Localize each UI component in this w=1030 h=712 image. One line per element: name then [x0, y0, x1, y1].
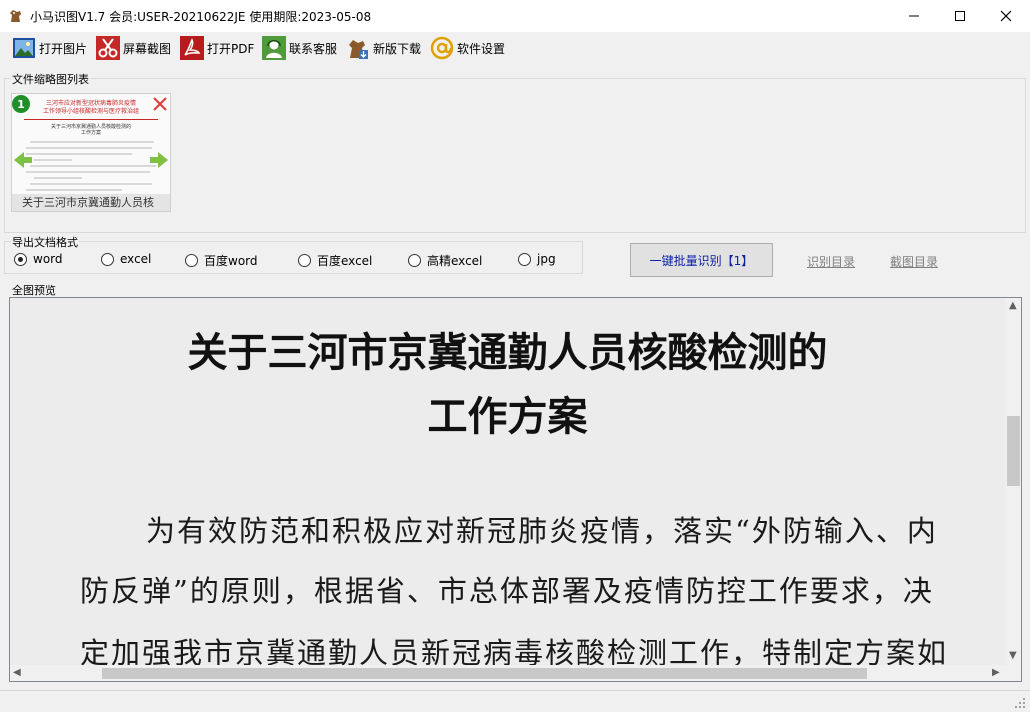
radio-unselected-icon[interactable]	[298, 254, 311, 267]
thumbnail-caption: 关于三河市京冀通勤人员核	[12, 194, 170, 211]
radio-unselected-icon[interactable]	[185, 254, 198, 267]
scroll-up-arrow-icon[interactable]: ▲	[1009, 300, 1017, 311]
preview-body-line: 为有效防范和积极应对新冠肺炎疫情，落实“外防输入、内	[146, 514, 938, 548]
radio-selected-icon[interactable]	[14, 252, 27, 266]
thumbnail-group-label: 文件缩略图列表	[11, 71, 90, 87]
preview-group-label: 全图预览	[11, 282, 57, 298]
screenshot-dir-link[interactable]: 截图目录	[890, 253, 938, 270]
toolbar-label: 新版下载	[373, 41, 422, 56]
vertical-scrollbar[interactable]: ▲ ▼	[1005, 298, 1021, 665]
resize-grip-icon[interactable]	[1014, 697, 1026, 709]
close-icon	[1000, 10, 1012, 22]
format-radio-label: 百度excel	[317, 254, 373, 268]
screenshot-button[interactable]: 屏幕截图	[96, 34, 171, 62]
toolbar-label: 屏幕截图	[123, 41, 172, 56]
format-radio-label: 百度word	[204, 254, 258, 268]
thumbnail-next-arrow-icon[interactable]	[148, 149, 170, 174]
scrollbar-corner	[1005, 665, 1021, 681]
preview-body-line: 防反弹”的原则，根据省、市总体部署及疫情防控工作要求，决	[80, 574, 934, 608]
format-radio-jpg[interactable]: jpg	[518, 252, 556, 266]
open-pdf-button[interactable]: 打开PDF	[180, 34, 254, 62]
minimize-button[interactable]	[891, 0, 937, 32]
scissors-icon	[96, 36, 120, 60]
batch-recognize-button[interactable]: 一键批量识别【1】	[630, 243, 773, 277]
format-radio-hq-excel[interactable]: 高精excel	[408, 252, 482, 269]
scroll-right-arrow-icon[interactable]: ▶	[992, 667, 1000, 678]
preview-document: 关于三河市京冀通勤人员核酸检测的 工作方案 为有效防范和积极应对新冠肺炎疫情，落…	[10, 298, 1005, 665]
preview-body-line: 定加强我市京冀通勤人员新冠病毒核酸检测工作，特制定方案如	[80, 636, 949, 665]
thumbnail-delete-icon[interactable]	[152, 96, 168, 115]
open-image-button[interactable]: 打开图片	[12, 34, 87, 62]
preview-doc-title-line: 工作方案	[427, 393, 588, 440]
toolbar-label: 打开PDF	[207, 41, 255, 56]
format-radio-label: 高精excel	[427, 254, 483, 268]
scroll-down-arrow-icon[interactable]: ▼	[1009, 650, 1017, 661]
vertical-scroll-thumb[interactable]	[1007, 416, 1020, 486]
full-preview-pane[interactable]: 关于三河市京冀通勤人员核酸检测的 工作方案 为有效防范和积极应对新冠肺炎疫情，落…	[9, 297, 1022, 682]
format-radio-baidu-excel[interactable]: 百度excel	[298, 252, 372, 269]
radio-unselected-icon[interactable]	[101, 252, 114, 266]
support-icon	[262, 36, 286, 60]
open-image-icon	[12, 36, 36, 60]
thumbnail-text-lines	[26, 141, 156, 191]
horizontal-scrollbar[interactable]: ◀ ▶	[10, 665, 1005, 681]
settings-at-icon	[430, 36, 454, 60]
minimize-icon	[909, 15, 919, 17]
format-radio-label: excel	[120, 252, 152, 266]
contact-support-button[interactable]: 联系客服	[262, 34, 337, 62]
format-radio-label: word	[33, 252, 63, 266]
thumbnail-index-badge: 1	[12, 95, 30, 113]
toolbar-label: 联系客服	[289, 41, 338, 56]
horse-app-icon	[8, 8, 24, 24]
format-radio-word[interactable]: word	[14, 252, 63, 266]
title-bar: 小马识图V1.7 会员:USER-20210622JE 使用期限:2023-05…	[0, 0, 1030, 32]
preview-doc-title-line: 关于三河市京冀通勤人员核酸检测的	[187, 329, 828, 376]
radio-unselected-icon[interactable]	[518, 252, 531, 266]
toolbar: 打开图片 屏幕截图 打开PDF 联系客服 新版下载 软件设置	[0, 32, 1030, 64]
download-icon	[346, 36, 370, 60]
export-format-group-label: 导出文档格式	[11, 234, 79, 250]
settings-button[interactable]: 软件设置	[430, 34, 505, 62]
export-format-group-frame	[4, 241, 583, 274]
status-bar	[0, 690, 1030, 712]
maximize-icon	[955, 11, 965, 21]
format-radio-baidu-word[interactable]: 百度word	[185, 252, 258, 269]
thumbnail-prev-arrow-icon[interactable]	[12, 149, 34, 174]
toolbar-label: 打开图片	[39, 41, 88, 56]
horizontal-scroll-thumb[interactable]	[102, 668, 867, 679]
thumbnail-card[interactable]: 三河市应对新型冠状病毒肺炎疫情 工作领导小组核酸检测与医疗救治组 关于三河市京冀…	[11, 93, 171, 212]
radio-unselected-icon[interactable]	[408, 254, 421, 267]
toolbar-label: 软件设置	[457, 41, 506, 56]
recognize-dir-link[interactable]: 识别目录	[807, 253, 855, 270]
close-button[interactable]	[983, 0, 1029, 32]
thumbnail-page: 三河市应对新型冠状病毒肺炎疫情 工作领导小组核酸检测与医疗救治组 关于三河市京冀…	[12, 94, 170, 198]
download-new-version-button[interactable]: 新版下载	[346, 34, 421, 62]
format-radio-excel[interactable]: excel	[101, 252, 151, 266]
pdf-icon	[180, 36, 204, 60]
window-title: 小马识图V1.7 会员:USER-20210622JE 使用期限:2023-05…	[30, 10, 372, 24]
format-radio-label: jpg	[537, 252, 556, 266]
maximize-button[interactable]	[937, 0, 983, 32]
scroll-left-arrow-icon[interactable]: ◀	[13, 667, 21, 678]
